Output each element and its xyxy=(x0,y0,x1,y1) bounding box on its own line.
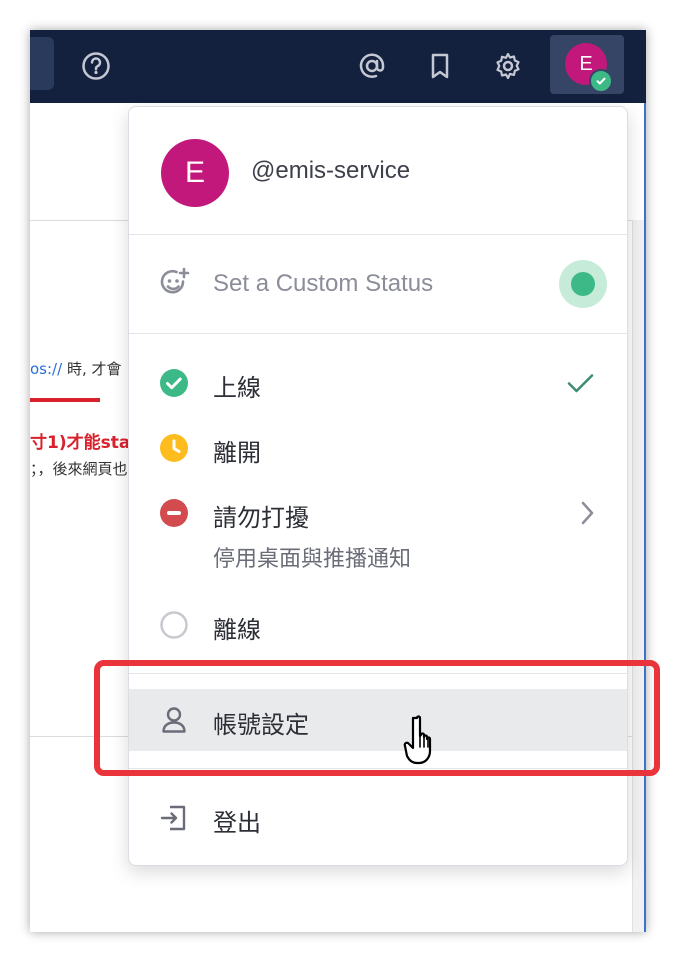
search-box[interactable] xyxy=(30,37,54,90)
divider xyxy=(129,333,627,334)
annotation-stroke xyxy=(30,398,100,402)
status-label: 請勿打擾 xyxy=(213,504,309,532)
offline-icon xyxy=(160,611,188,639)
status-label: 離開 xyxy=(213,439,261,467)
status-label: 離線 xyxy=(213,616,261,644)
chevron-right-icon xyxy=(581,501,594,525)
away-icon xyxy=(160,434,188,462)
bookmark-icon[interactable] xyxy=(424,50,456,82)
online-icon xyxy=(160,369,188,397)
status-online-item[interactable]: 上線 xyxy=(129,352,627,412)
background-red-text: 寸1)才能sta xyxy=(30,433,131,453)
gear-icon[interactable] xyxy=(492,50,524,82)
status-offline-item[interactable]: 離線 xyxy=(129,594,627,654)
logout-icon xyxy=(160,805,186,831)
global-header: E xyxy=(30,30,646,103)
hand-cursor-icon xyxy=(403,715,432,765)
logout-item[interactable]: 登出 xyxy=(129,787,627,847)
username: @emis-service xyxy=(251,157,411,184)
checkmark-icon xyxy=(567,374,594,393)
status-label: 上線 xyxy=(213,374,261,402)
custom-status-placeholder: Set a Custom Status xyxy=(213,270,434,297)
online-badge-icon xyxy=(589,69,613,93)
background-text: os:// 時, 才會 xyxy=(30,360,122,378)
status-away-item[interactable]: 離開 xyxy=(129,417,627,477)
custom-status-row[interactable]: Set a Custom Status xyxy=(129,235,627,333)
logout-label: 登出 xyxy=(213,809,261,837)
user-avatar-button[interactable]: E xyxy=(550,35,624,94)
help-icon[interactable] xyxy=(80,50,112,82)
avatar: E xyxy=(161,139,229,207)
dnd-icon xyxy=(160,499,188,527)
mention-icon[interactable] xyxy=(356,50,388,82)
background-link[interactable]: os:// xyxy=(30,360,62,378)
window-edge xyxy=(644,103,646,932)
online-dot-icon xyxy=(571,272,595,296)
status-sublabel: 停用桌面與推播通知 xyxy=(213,547,412,572)
background-text-2: ；，後來網頁也 xyxy=(30,460,128,478)
highlight-annotation xyxy=(94,660,660,776)
menu-header: E @emis-service xyxy=(129,107,627,235)
status-dnd-item[interactable]: 請勿打擾 停用桌面與推播通知 xyxy=(129,482,627,582)
emoji-add-icon xyxy=(160,267,190,294)
